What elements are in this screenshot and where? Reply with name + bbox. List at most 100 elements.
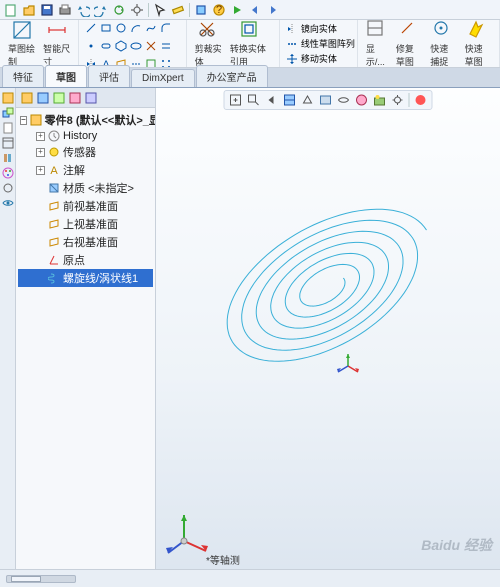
view-orient-icon[interactable] — [301, 93, 315, 107]
config-mgr-tab[interactable] — [52, 91, 66, 105]
tree-item-material[interactable]: 材质 <未指定> — [18, 179, 153, 197]
tree-item-history[interactable]: +History — [18, 129, 153, 143]
origin-triad — [336, 348, 366, 378]
settings-icon[interactable] — [194, 3, 208, 17]
play-icon[interactable] — [230, 3, 244, 17]
tree-item-front-plane[interactable]: 前视基准面 — [18, 197, 153, 215]
trim-button[interactable]: 剪裁实体 — [193, 20, 224, 68]
expand-icon[interactable]: + — [36, 132, 45, 141]
line-icon[interactable] — [85, 22, 97, 37]
options-icon[interactable] — [130, 3, 144, 17]
tab-sketch[interactable]: 草图 — [45, 65, 87, 87]
expand-icon[interactable]: + — [36, 166, 45, 175]
prev-view-icon[interactable] — [265, 93, 279, 107]
display-button[interactable]: 显示/... — [364, 20, 390, 68]
rapid-button[interactable]: 快速草图 — [463, 20, 493, 68]
display-mgr-tab[interactable] — [84, 91, 98, 105]
feature-mgr-tab[interactable] — [20, 91, 34, 105]
convert-button[interactable]: 转换实体引用 — [228, 20, 273, 68]
measure-icon[interactable] — [171, 3, 185, 17]
pattern-icon[interactable] — [160, 58, 172, 68]
origin-icon — [48, 254, 60, 266]
slot-icon[interactable] — [100, 40, 112, 55]
dimension-button[interactable]: 智能尺寸 — [41, 20, 72, 68]
poly-icon[interactable] — [115, 40, 127, 55]
part-icon[interactable] — [2, 92, 14, 104]
sketch-button[interactable]: 草图绘制 — [6, 20, 37, 68]
render-icon[interactable] — [414, 93, 428, 107]
tree-item-helix[interactable]: 螺旋线/涡状线1 — [18, 269, 153, 287]
tree-item-annotation[interactable]: +A注解 — [18, 161, 153, 179]
linear-pattern-cmd[interactable]: 线性草图阵列 — [286, 37, 351, 50]
centerline-icon[interactable] — [130, 58, 142, 68]
display-style-icon[interactable] — [319, 93, 333, 107]
drawing-icon[interactable] — [2, 122, 14, 134]
convert-tool-icon[interactable] — [145, 58, 157, 68]
spiral-curve[interactable] — [176, 148, 476, 428]
ribbon-group-right: 显示/... 修复草图 快速捕捉 快速草图 — [358, 20, 500, 67]
quick-access-toolbar: ? — [0, 0, 500, 20]
print-icon[interactable] — [58, 3, 72, 17]
tab-evaluate[interactable]: 评估 — [88, 65, 130, 87]
command-tabstrip: 特征 草图 评估 DimXpert 办公室产品 — [0, 68, 500, 88]
trim-icon[interactable] — [145, 40, 157, 55]
snap-button[interactable]: 快速捕捉 — [428, 20, 458, 68]
property-mgr-tab[interactable] — [36, 91, 50, 105]
fillet-icon[interactable] — [160, 22, 172, 37]
redo-icon[interactable] — [94, 3, 108, 17]
appearance-icon[interactable] — [2, 167, 14, 179]
offset-icon[interactable] — [160, 40, 172, 55]
point-icon[interactable] — [85, 40, 97, 55]
repair-button[interactable]: 修复草图 — [394, 20, 424, 68]
annotation-icon: A — [48, 164, 60, 176]
tree-item-right-plane[interactable]: 右视基准面 — [18, 233, 153, 251]
view-icon[interactable] — [2, 197, 14, 209]
tree-root[interactable]: − 零件8 (默认<<默认>_显示状态 — [18, 111, 153, 129]
tab-features[interactable]: 特征 — [2, 65, 44, 87]
pane-icon[interactable] — [2, 137, 14, 149]
tree-item-origin[interactable]: 原点 — [18, 251, 153, 269]
tab-dimxpert[interactable]: DimXpert — [131, 69, 195, 87]
prev-icon[interactable] — [248, 3, 262, 17]
ribbon-group-trim-convert: 剪裁实体 转换实体引用 — [187, 20, 280, 67]
circle-icon[interactable] — [115, 22, 127, 37]
zoom-fit-icon[interactable] — [229, 93, 243, 107]
tree-item-sensor[interactable]: +传感器 — [18, 143, 153, 161]
expand-icon[interactable]: + — [36, 148, 45, 157]
dim-mgr-tab[interactable] — [68, 91, 82, 105]
assembly-icon[interactable] — [2, 107, 14, 119]
view-settings-icon[interactable] — [391, 93, 405, 107]
svg-text:A: A — [50, 165, 58, 176]
graphics-viewport[interactable]: *等轴测 Baidu 经验 — [156, 88, 500, 569]
feature-tree[interactable]: − 零件8 (默认<<默认>_显示状态 +History +传感器 +A注解 材… — [16, 108, 155, 569]
zoom-area-icon[interactable] — [247, 93, 261, 107]
section-icon[interactable] — [283, 93, 297, 107]
open-icon[interactable] — [22, 3, 36, 17]
new-icon[interactable] — [4, 3, 18, 17]
workarea: − 零件8 (默认<<默认>_显示状态 +History +传感器 +A注解 材… — [0, 88, 500, 569]
undo-icon[interactable] — [76, 3, 90, 17]
ellipse-icon[interactable] — [130, 40, 142, 55]
spline-icon[interactable] — [145, 22, 157, 37]
select-icon[interactable] — [153, 3, 167, 17]
collapse-icon[interactable]: − — [20, 116, 27, 125]
arc-icon[interactable] — [130, 22, 142, 37]
sensor-icon — [48, 146, 60, 158]
hide-show-icon[interactable] — [337, 93, 351, 107]
help-icon[interactable]: ? — [212, 3, 226, 17]
save-icon[interactable] — [40, 3, 54, 17]
mirror-cmd[interactable]: 镜向实体 — [286, 22, 351, 35]
custom-icon[interactable] — [2, 182, 14, 194]
next-icon[interactable] — [266, 3, 280, 17]
scrollbar[interactable] — [6, 575, 76, 583]
move-cmd[interactable]: 移动实体 — [286, 52, 351, 65]
tree-item-top-plane[interactable]: 上视基准面 — [18, 215, 153, 233]
part-node-icon — [30, 114, 42, 126]
library-icon[interactable] — [2, 152, 14, 164]
tab-office[interactable]: 办公室产品 — [196, 65, 268, 87]
ribbon-group-sketch: 草图绘制 智能尺寸 — [0, 20, 79, 67]
edit-appear-icon[interactable] — [355, 93, 369, 107]
apply-scene-icon[interactable] — [373, 93, 387, 107]
rect-icon[interactable] — [100, 22, 112, 37]
rebuild-icon[interactable] — [112, 3, 126, 17]
